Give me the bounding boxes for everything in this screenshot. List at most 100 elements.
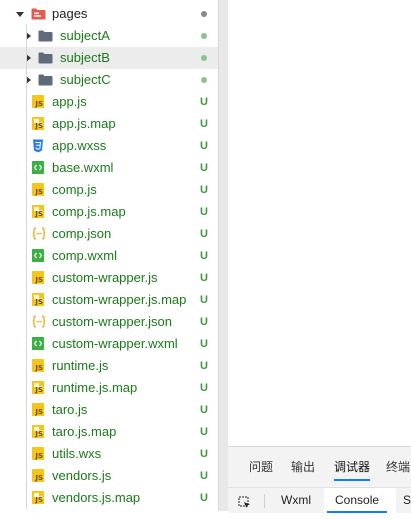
devtools-panel: 问题 输出 调试器 终端 Wxml Console S — [228, 446, 411, 513]
wxml-file-icon — [32, 337, 44, 350]
git-status-badge: U — [200, 96, 208, 108]
js-file-icon: JS — [32, 403, 44, 416]
tab-output[interactable]: 输出 — [291, 447, 315, 487]
inspect-element-icon[interactable] — [238, 494, 252, 508]
item-label: runtime.js — [52, 358, 109, 373]
tree-item-file[interactable]: JS app.js U — [0, 91, 218, 113]
explorer-scrollbar[interactable] — [218, 0, 228, 511]
item-label: utils.wxs — [52, 446, 102, 461]
git-status-badge: U — [200, 360, 208, 372]
git-status-badge: U — [200, 404, 208, 416]
item-label: app.wxss — [52, 138, 107, 153]
folder-open-icon — [31, 8, 46, 20]
item-label: pages — [52, 6, 88, 21]
item-label: vendors.js — [52, 468, 112, 483]
js-file-icon: JS — [32, 95, 44, 108]
item-label: taro.js.map — [52, 424, 117, 439]
tree-item-folder[interactable]: subjectB — [0, 47, 218, 69]
item-label: custom-wrapper.json — [52, 314, 172, 329]
folder-icon — [38, 52, 53, 64]
tree-item-file[interactable]: JS app.js.map U — [0, 113, 218, 135]
item-label: subjectA — [60, 28, 110, 43]
item-label: app.js — [52, 94, 87, 109]
git-status-dot — [201, 77, 207, 83]
git-status-dot — [201, 33, 207, 39]
tree-item-file[interactable]: JS custom-wrapper.js U — [0, 267, 218, 289]
json-file-icon — [32, 227, 46, 240]
git-status-badge: U — [200, 250, 208, 262]
item-label: comp.js — [52, 182, 97, 197]
git-status-badge: U — [200, 184, 208, 196]
js-file-icon: JS — [32, 447, 44, 460]
tab-debugger[interactable]: 调试器 — [334, 447, 371, 487]
tree-item-file[interactable]: JS runtime.js.map U — [0, 377, 218, 399]
tree-item-file[interactable]: custom-wrapper.wxml U — [0, 333, 218, 355]
tree-item-file[interactable]: base.wxml U — [0, 157, 218, 179]
item-label: comp.js.map — [52, 204, 126, 219]
git-status-badge: U — [200, 426, 208, 438]
tree-item-file[interactable]: JS custom-wrapper.js.map U — [0, 289, 218, 311]
tree-item-file[interactable]: JS comp.js U — [0, 179, 218, 201]
tree-item-folder[interactable]: subjectC — [0, 69, 218, 91]
git-status-dot — [201, 55, 207, 61]
js-file-icon: JS — [32, 359, 44, 372]
tab-sources-partial[interactable]: S — [403, 488, 411, 513]
tree-item-file[interactable]: JS taro.js.map U — [0, 421, 218, 443]
item-label: comp.wxml — [52, 248, 118, 263]
wxml-file-icon — [32, 161, 44, 174]
sourcemap-file-icon: JS — [32, 205, 44, 218]
js-file-icon: JS — [32, 469, 44, 482]
item-label: subjectB — [60, 50, 110, 65]
indent-guide — [26, 25, 27, 509]
tree-item-file[interactable]: JS vendors.js U — [0, 465, 218, 487]
tree-item-folder[interactable]: subjectA — [0, 25, 218, 47]
json-file-icon — [32, 315, 46, 328]
tab-terminal[interactable]: 终端 — [386, 447, 410, 487]
tab-wxml[interactable]: Wxml — [281, 488, 311, 513]
git-status-badge: U — [200, 492, 208, 504]
sourcemap-file-icon: JS — [32, 381, 44, 394]
tree-item-root-folder[interactable]: pages — [0, 3, 218, 25]
git-status-dot — [201, 11, 207, 17]
sourcemap-file-icon: JS — [32, 117, 44, 130]
wxss-file-icon — [32, 139, 44, 153]
git-status-badge: U — [200, 470, 208, 482]
item-label: base.wxml — [52, 160, 114, 175]
wxml-file-icon — [32, 249, 44, 262]
tree-item-file[interactable]: JS comp.js.map U — [0, 201, 218, 223]
git-status-badge: U — [200, 316, 208, 328]
git-status-badge: U — [200, 140, 208, 152]
sourcemap-file-icon: JS — [32, 425, 44, 438]
devtools-top-tabs: 问题 输出 调试器 终端 — [228, 447, 411, 487]
git-status-badge: U — [200, 206, 208, 218]
tree-item-file[interactable]: JS utils.wxs U — [0, 443, 218, 465]
item-label: app.js.map — [52, 116, 116, 131]
folder-icon — [38, 74, 53, 86]
tree-item-file[interactable]: custom-wrapper.json U — [0, 311, 218, 333]
tab-console[interactable]: Console — [326, 488, 388, 513]
item-label: custom-wrapper.wxml — [52, 336, 178, 351]
tree-item-file[interactable]: comp.wxml U — [0, 245, 218, 267]
git-status-badge: U — [200, 228, 208, 240]
item-label: comp.json — [52, 226, 112, 241]
item-label: subjectC — [60, 72, 111, 87]
tab-problems[interactable]: 问题 — [249, 447, 273, 487]
debugger-sub-tabs: Wxml Console S — [228, 487, 411, 513]
tree-item-file[interactable]: app.wxss U — [0, 135, 218, 157]
sourcemap-file-icon: JS — [32, 491, 44, 504]
tree-item-file[interactable]: comp.json U — [0, 223, 218, 245]
tree-item-file[interactable]: JS runtime.js U — [0, 355, 218, 377]
tree-item-file[interactable]: JS taro.js U — [0, 399, 218, 421]
js-file-icon: JS — [32, 271, 44, 284]
git-status-badge: U — [200, 448, 208, 460]
folder-icon — [38, 30, 53, 42]
chevron-down-icon[interactable] — [16, 12, 24, 17]
git-status-badge: U — [200, 118, 208, 130]
js-file-icon: JS — [32, 183, 44, 196]
sourcemap-file-icon: JS — [32, 293, 44, 306]
git-status-badge: U — [200, 294, 208, 306]
tree-item-file[interactable]: JS vendors.js.map U — [0, 487, 218, 509]
file-explorer: pages subjectA subjectB subjectC JS app.js U JS… — [0, 0, 218, 511]
item-label: vendors.js.map — [52, 490, 141, 505]
item-label: custom-wrapper.js.map — [52, 292, 187, 307]
